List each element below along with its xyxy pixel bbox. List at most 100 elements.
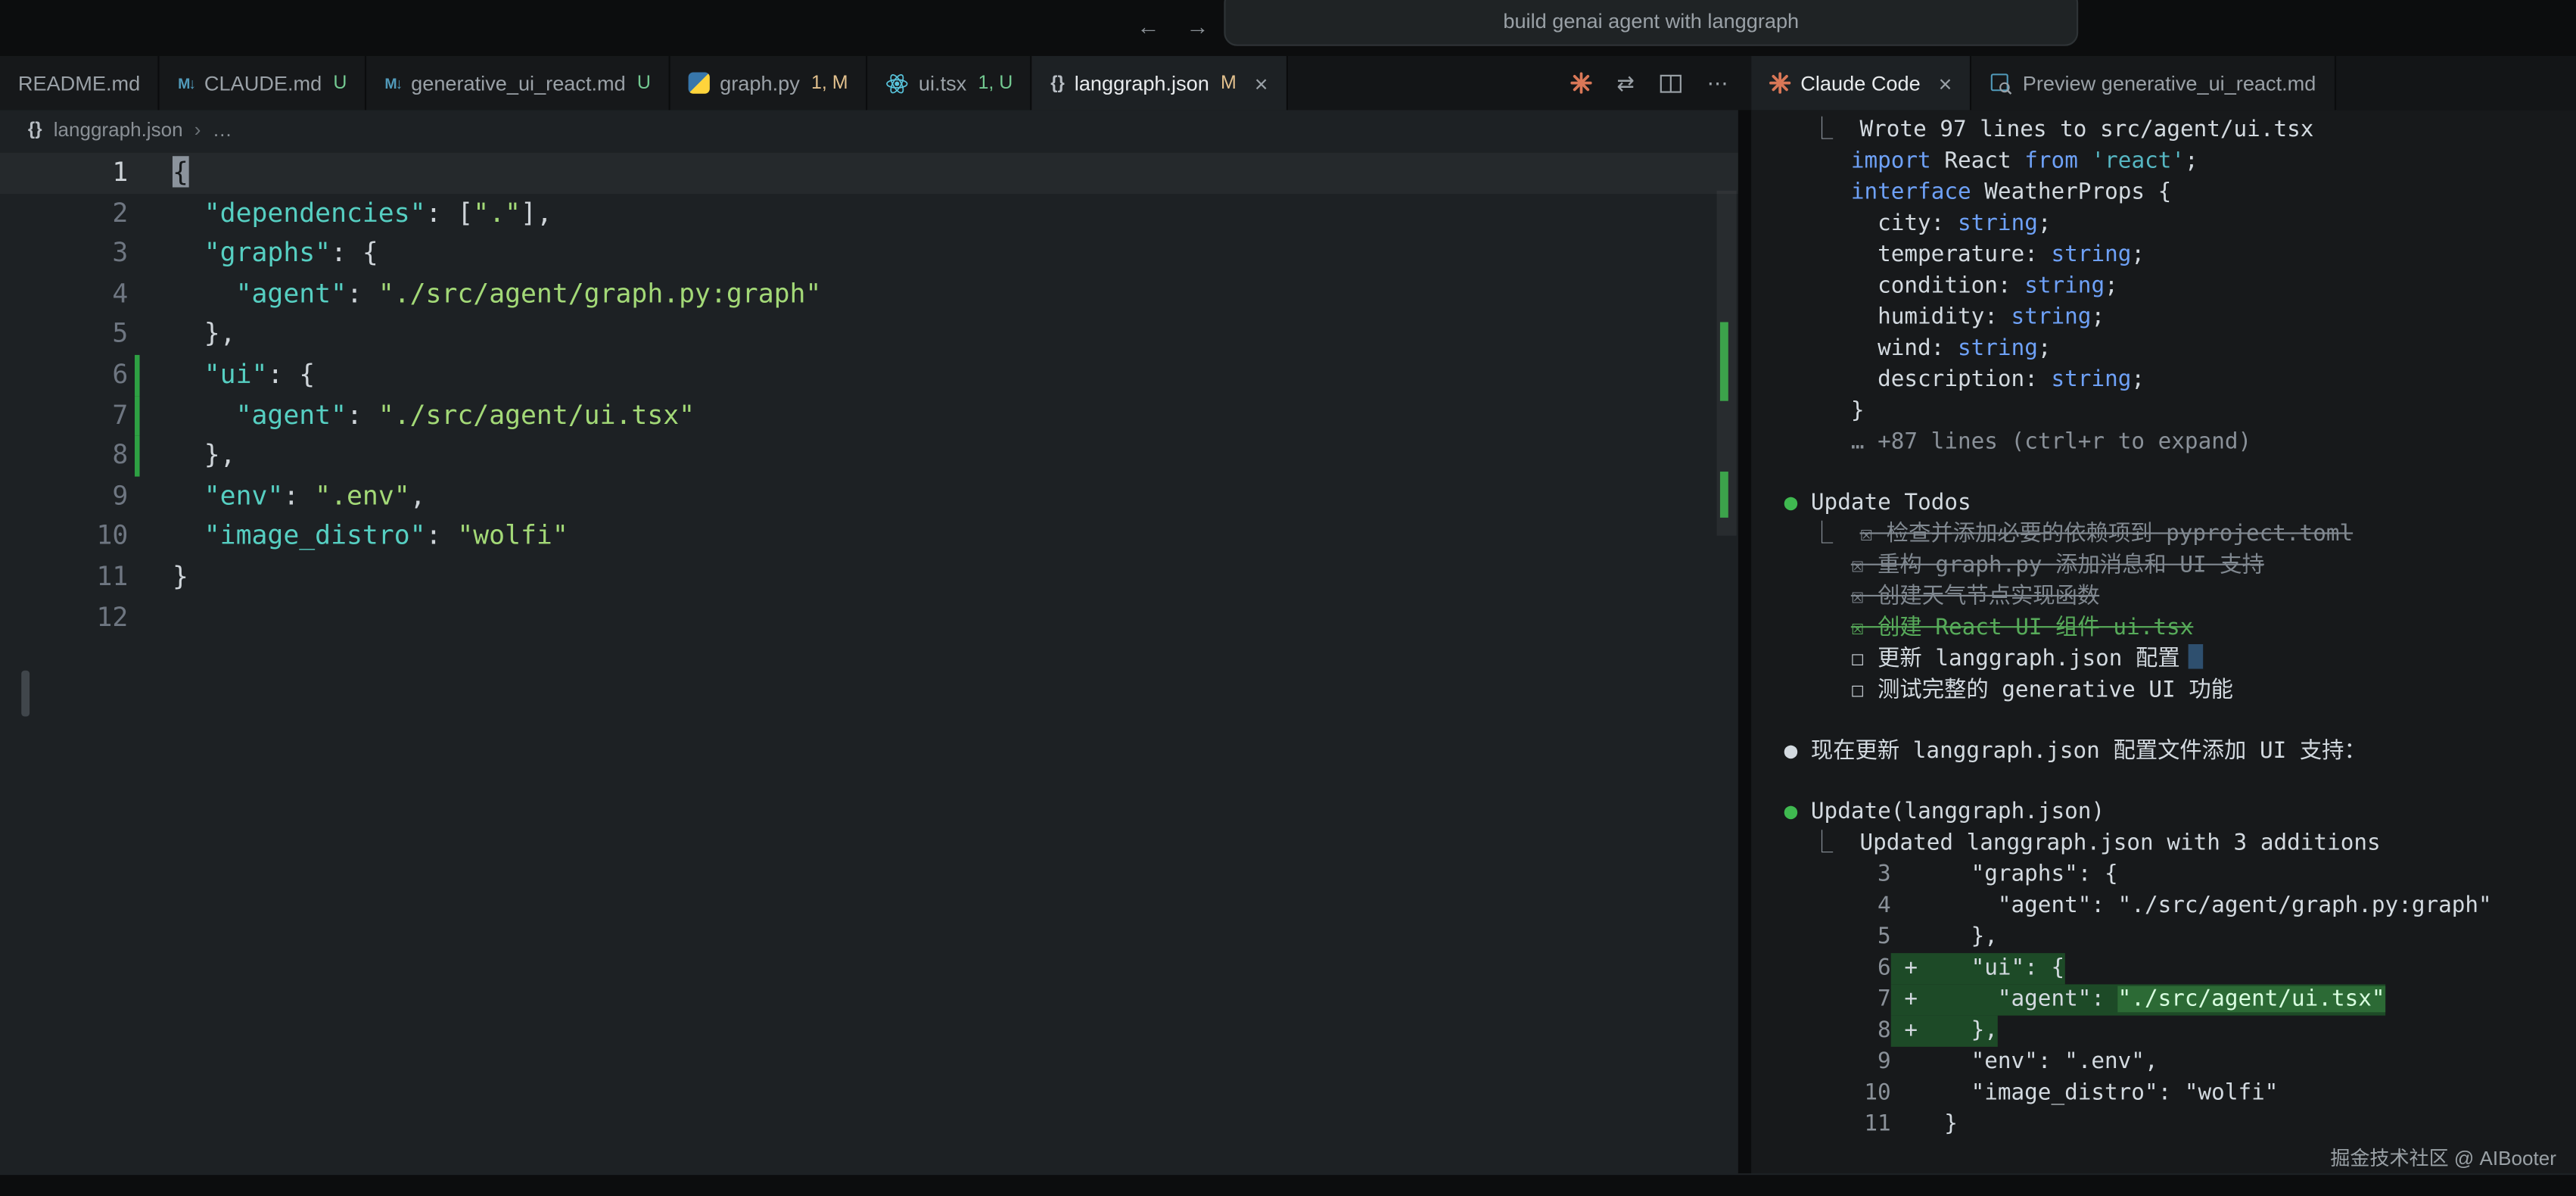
- diff-added-line: 8 + },: [1784, 1016, 2576, 1047]
- diff-line-number: 8: [1784, 1016, 1891, 1047]
- compare-changes-icon[interactable]: ⇄: [1616, 70, 1635, 96]
- diff-line: 3 "graphs": {: [1784, 859, 2576, 890]
- update-title: ● Update(langgraph.json): [1784, 797, 2576, 828]
- tab-generative_ui_react.md[interactable]: M↓generative_ui_react.mdU: [367, 56, 671, 111]
- code-line-text: }: [148, 557, 188, 597]
- editor-pane: {} langgraph.json › … 1{2 "dependencies"…: [0, 110, 1738, 1173]
- code-line: 5 },: [0, 314, 1738, 354]
- todo-text: ☒ 创建天气节点实现函数: [1851, 584, 2099, 610]
- tab-langgraph.json[interactable]: {} langgraph.json M ×: [1032, 56, 1287, 111]
- terminal-line: wind: string;: [1784, 334, 2576, 365]
- code-line-text: "image_distro": "wolfi": [148, 516, 568, 556]
- diff-line: 5 },: [1784, 922, 2576, 953]
- command-center-search[interactable]: build genai agent with langgraph: [1224, 0, 2078, 46]
- bottom-bar: [0, 1173, 2576, 1196]
- diff-line-text: "env": ".env",: [1891, 1047, 2158, 1078]
- close-icon[interactable]: ×: [1939, 71, 1952, 94]
- tab-group-left: README.mdM↓CLAUDE.mdUM↓generative_ui_rea…: [0, 56, 1751, 111]
- tab-graph.py[interactable]: graph.py1, M: [670, 56, 868, 111]
- terminal-line: temperature: string;: [1784, 240, 2576, 271]
- line-number: 2: [0, 193, 128, 233]
- diff-line-number: 4: [1784, 891, 1891, 922]
- line-number: 7: [0, 395, 128, 435]
- code-line-text: },: [148, 314, 235, 354]
- tab-README.md[interactable]: README.md: [0, 56, 160, 111]
- diff-line-number: 5: [1784, 922, 1891, 953]
- code-line-text: },: [148, 436, 235, 476]
- breadcrumb: {} langgraph.json › …: [0, 110, 1738, 149]
- todo-text: ☐ 更新 langgraph.json 配置: [1851, 646, 2180, 672]
- todo-item: ⎿ ☒ 检查并添加必要的依赖项到 pyproject.toml: [1784, 519, 2576, 550]
- python-icon: [689, 73, 710, 94]
- gutter-change-indicator: [128, 193, 148, 233]
- diff-line-number: 11: [1784, 1109, 1891, 1140]
- nav-back-icon[interactable]: ←: [1137, 13, 1159, 39]
- diff-added-line: 6 + "ui": {: [1784, 953, 2576, 984]
- line-number: 3: [0, 234, 128, 274]
- code-line: 9 "env": ".env",: [0, 476, 1738, 516]
- tab-ui.tsx[interactable]: ui.tsx1, U: [868, 56, 1033, 111]
- tab-Preview generative_ui_react.md[interactable]: Preview generative_ui_react.md: [1971, 56, 2335, 111]
- line-number: 1: [0, 153, 128, 193]
- pane-divider[interactable]: [1738, 110, 1751, 1173]
- code-line: 12: [0, 597, 1738, 637]
- tab-label: Claude Code: [1800, 71, 1920, 94]
- status-bullet: ●: [1784, 799, 1798, 825]
- markdown-preview-icon: [1990, 71, 2012, 94]
- gutter-change-indicator: [128, 314, 148, 354]
- diff-line: 11 }: [1784, 1109, 2576, 1140]
- gutter-change-indicator: [128, 234, 148, 274]
- code-editor[interactable]: 1{2 "dependencies": ["."],3 "graphs": {4…: [0, 150, 1738, 1173]
- split-editor-icon[interactable]: [1660, 71, 1682, 94]
- terminal-line: ⎿ Wrote 97 lines to src/agent/ui.tsx: [1784, 115, 2576, 146]
- json-icon: {}: [1050, 73, 1065, 93]
- tab-label: CLAUDE.md: [204, 71, 322, 94]
- json-icon: {}: [28, 120, 42, 139]
- todo-text: ☐ 测试完整的 generative UI 功能: [1851, 677, 2233, 703]
- more-actions-icon[interactable]: ⋯: [1707, 70, 1728, 96]
- git-status-badge: M: [1221, 73, 1237, 93]
- title-bar: ← → build genai agent with langgraph: [0, 0, 2576, 56]
- main-area: {} langgraph.json › … 1{2 "dependencies"…: [0, 110, 2576, 1173]
- tab-label: langgraph.json: [1075, 71, 1209, 94]
- code-line-text: "agent": "./src/agent/graph.py:graph": [148, 274, 821, 314]
- code-line: 7 "agent": "./src/agent/ui.tsx": [0, 395, 1738, 435]
- diff-line-number: 3: [1784, 859, 1891, 890]
- breadcrumb-file[interactable]: langgraph.json: [54, 118, 183, 141]
- terminal-gap: [1784, 768, 2576, 797]
- breadcrumb-separator-icon: ›: [194, 118, 201, 141]
- editor-scrollbar[interactable]: [1715, 150, 1738, 1173]
- diff-line-text: "image_distro": "wolfi": [1891, 1078, 2279, 1109]
- terminal-gap: [1784, 459, 2576, 488]
- todo-item: ☒ 创建天气节点实现函数: [1784, 581, 2576, 612]
- code-line: 11}: [0, 557, 1738, 597]
- code-line: 4 "agent": "./src/agent/graph.py:graph": [0, 274, 1738, 314]
- tab-Claude Code[interactable]: Claude Code ×: [1751, 56, 1971, 111]
- close-icon[interactable]: ×: [1255, 71, 1268, 94]
- gutter-change-indicator: [128, 395, 148, 435]
- gutter-change-indicator: [128, 274, 148, 314]
- panel-drag-handle[interactable]: [21, 671, 30, 717]
- diff-added-line: 7 + "agent": "./src/agent/ui.tsx": [1784, 984, 2576, 1015]
- line-number: 10: [0, 516, 128, 556]
- breadcrumb-more[interactable]: …: [213, 118, 232, 141]
- code-line-text: "env": ".env",: [148, 476, 425, 516]
- tab-CLAUDE.md[interactable]: M↓CLAUDE.mdU: [160, 56, 366, 111]
- line-number: 4: [0, 274, 128, 314]
- diff-line-text: "agent": "./src/agent/graph.py:graph": [1891, 891, 2492, 922]
- text-cursor: {: [173, 156, 188, 187]
- claude-code-terminal[interactable]: ⎿ Wrote 97 lines to src/agent/ui.tsx imp…: [1751, 110, 2576, 1173]
- diff-line-text: }: [1891, 1109, 1958, 1140]
- nav-forward-icon[interactable]: →: [1186, 13, 1209, 39]
- diff-line-number: 10: [1784, 1078, 1891, 1109]
- code-line-text: "ui": {: [148, 355, 315, 395]
- code-line: 8 },: [0, 436, 1738, 476]
- line-number: 6: [0, 355, 128, 395]
- terminal-line: humidity: string;: [1784, 302, 2576, 333]
- run-claude-code-icon[interactable]: [1571, 73, 1592, 94]
- terminal-line: description: string;: [1784, 365, 2576, 396]
- diff-word-highlight: "./src/agent/ui.tsx": [2118, 986, 2385, 1013]
- todo-item: ☒ 重构 graph.py 添加消息和 UI 支持: [1784, 550, 2576, 581]
- code-line-text: "agent": "./src/agent/ui.tsx": [148, 395, 695, 435]
- diff-line-text: },: [1891, 922, 1998, 953]
